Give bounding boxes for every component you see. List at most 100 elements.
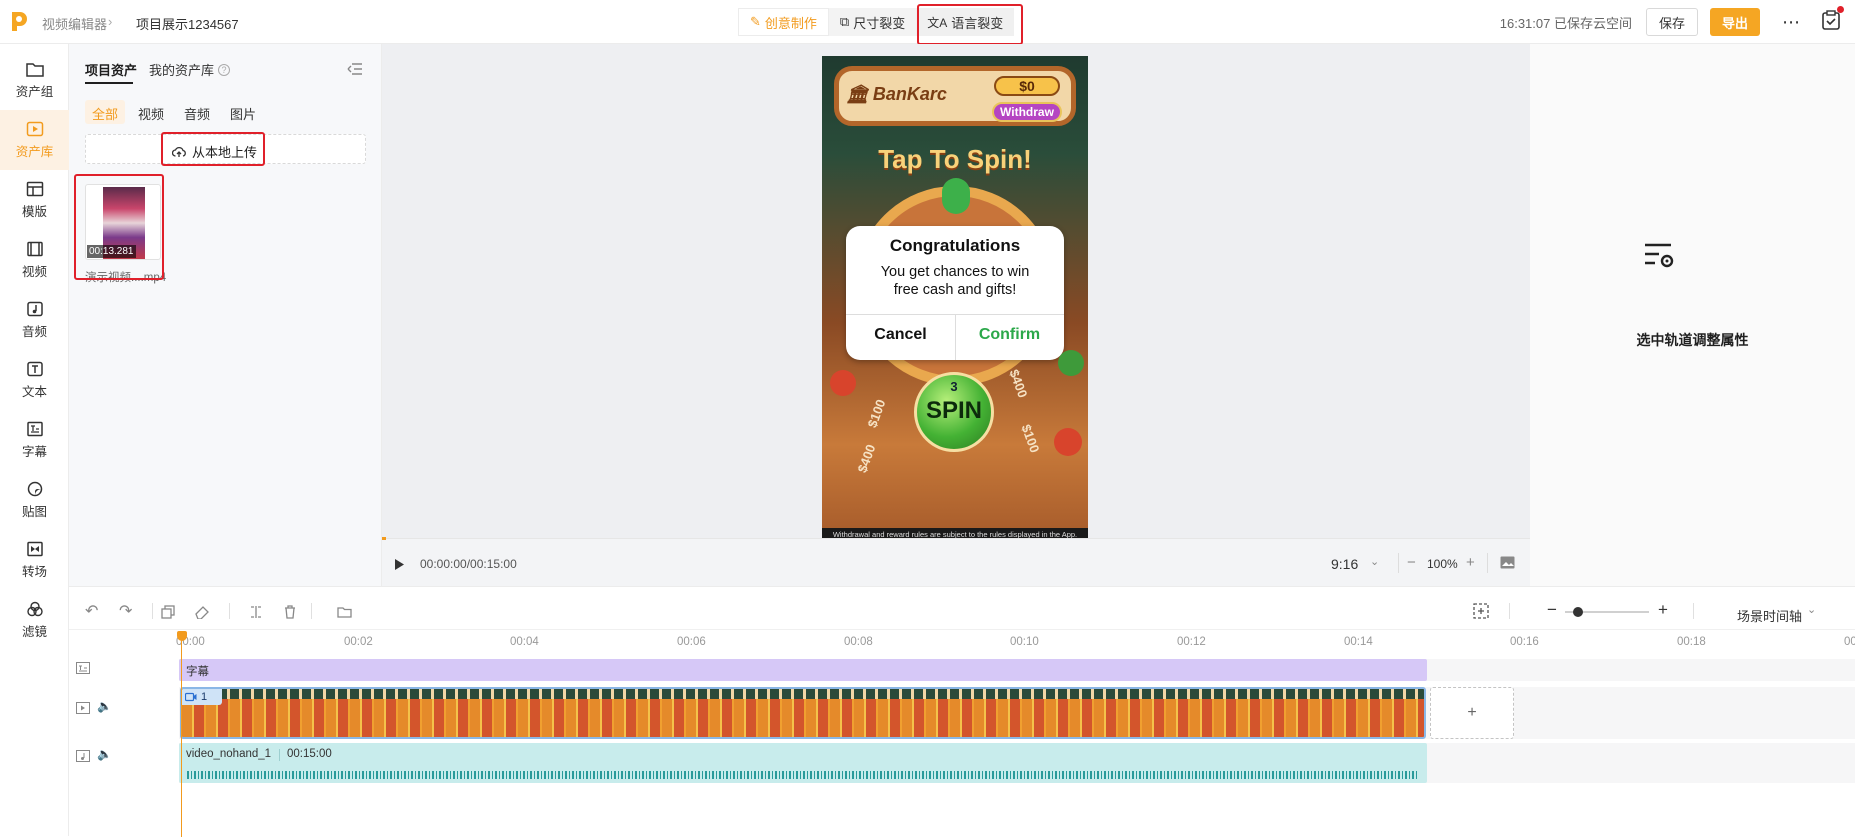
divider	[279, 749, 280, 761]
preview-area: 🏛 BanKarc $0 Withdraw Tap To Spin! Congr…	[382, 44, 1530, 586]
properties-hint: 选中轨道调整属性	[1636, 332, 1749, 348]
trash-icon[interactable]	[283, 605, 297, 619]
play-icon[interactable]	[394, 558, 405, 571]
clover-decoration	[1058, 350, 1084, 376]
tab-creative[interactable]: ✎ 创意制作	[738, 8, 829, 36]
nav-transition[interactable]: 转场	[0, 530, 69, 590]
divider	[229, 603, 230, 619]
help-icon[interactable]: ?	[218, 63, 231, 76]
spin-label: SPIN	[925, 397, 982, 424]
timeline-panel: ↶ ↷ − + 场景时间轴 ⌄ 00:00 00:02 00:04 00:06 …	[69, 586, 1855, 837]
nav-asset-library[interactable]: 资产库	[0, 110, 69, 170]
tab-my-library[interactable]: 我的资产库 ?	[149, 60, 231, 79]
video-clip[interactable]: 1	[180, 687, 1426, 739]
clip-index: 1	[201, 691, 208, 703]
nav-label: 视频	[21, 264, 47, 279]
music-icon	[26, 301, 43, 316]
timeline-zoom-out-icon[interactable]: −	[1547, 600, 1557, 620]
volume-icon[interactable]: 🔈	[97, 699, 112, 713]
filter-video[interactable]: 视频	[131, 100, 171, 124]
volume-icon[interactable]: 🔈	[97, 747, 112, 761]
dialog-confirm: Confirm	[978, 326, 1041, 343]
wheel-label-4: $100	[1018, 422, 1043, 455]
audio-clip-duration: 00:15:00	[287, 748, 332, 760]
export-button[interactable]: 导出	[1709, 8, 1760, 36]
time-display: 00:00:00/00:15:00	[420, 557, 517, 571]
eraser-icon[interactable]	[195, 605, 209, 619]
adjust-settings-icon	[1645, 243, 1674, 268]
folder-icon[interactable]	[337, 606, 352, 618]
breadcrumb-root[interactable]: 视频编辑器	[42, 14, 107, 33]
nav-sticker[interactable]: 贴图	[0, 470, 69, 530]
nav-audio[interactable]: 音频	[0, 290, 69, 350]
camera-icon	[185, 692, 197, 702]
app-logo-icon[interactable]	[8, 10, 30, 32]
ruler-tick: 00:04	[510, 636, 539, 648]
dialog-title: Congratulations	[889, 236, 1021, 255]
clip-index-badge: 1	[182, 689, 222, 705]
image-icon[interactable]	[1500, 556, 1515, 569]
video-track-icon[interactable]	[76, 702, 90, 714]
text-icon	[26, 361, 43, 376]
playhead-handle[interactable]	[177, 631, 187, 641]
transition-icon	[26, 541, 43, 556]
divider	[1693, 603, 1694, 619]
undo-icon[interactable]: ↶	[85, 601, 98, 621]
more-icon[interactable]: ⋯	[1782, 12, 1801, 33]
filter-icon	[26, 601, 43, 616]
nav-video[interactable]: 视频	[0, 230, 69, 290]
sticker-icon	[27, 481, 42, 496]
audio-waveform	[187, 771, 1419, 779]
balance-display: $0	[994, 76, 1060, 96]
add-clip-button[interactable]: +	[1430, 687, 1514, 739]
filter-image[interactable]: 图片	[223, 100, 263, 124]
subtitle-clip[interactable]: 字幕	[179, 659, 1427, 681]
filter-audio[interactable]: 音频	[177, 100, 217, 124]
chevron-down-icon[interactable]: ⌄	[1370, 555, 1379, 568]
highlight-box	[161, 132, 265, 166]
header-actions: 16:31:07 已保存云空间 保存 导出 ⋯	[1500, 0, 1855, 44]
nav-label: 字幕	[21, 444, 47, 459]
nav-asset-group[interactable]: 资产组	[0, 50, 69, 110]
nav-subtitle[interactable]: 字幕	[0, 410, 69, 470]
copy-icon[interactable]	[161, 605, 175, 619]
playhead-line[interactable]	[181, 639, 182, 837]
bank-icon: 🏛	[846, 84, 869, 104]
creative-icon: ✎	[750, 14, 761, 29]
zoom-out-icon[interactable]: −	[1407, 554, 1416, 571]
timeline-zoom-slider[interactable]	[1565, 607, 1649, 617]
collapse-panel-icon[interactable]	[347, 62, 363, 76]
auto-fit-icon[interactable]	[1473, 603, 1489, 619]
nav-text[interactable]: 文本	[0, 350, 69, 410]
filter-chips: 全部 视频 音频 图片	[85, 100, 263, 124]
tab-size-variant[interactable]: ⧉ 尺寸裂变	[828, 8, 917, 36]
time-ruler[interactable]: 00:00 00:02 00:04 00:06 00:08 00:10 00:1…	[69, 629, 1855, 653]
redo-icon[interactable]: ↷	[119, 601, 132, 621]
subtitle-track-icon	[76, 662, 90, 674]
video-preview[interactable]: 🏛 BanKarc $0 Withdraw Tap To Spin! Congr…	[822, 56, 1088, 542]
save-button[interactable]: 保存	[1645, 8, 1698, 36]
assets-panel: 项目资产 我的资产库 ? 全部 视频 音频 图片 从本地上传 00:13.281…	[69, 44, 382, 586]
game-brand-label: BanKarc	[872, 84, 947, 104]
nav-template[interactable]: 模版	[0, 170, 69, 230]
tab-project-assets[interactable]: 项目资产	[85, 60, 137, 79]
scene-mode-select[interactable]: 场景时间轴	[1737, 606, 1802, 625]
project-name[interactable]: 项目展示1234567	[136, 14, 239, 33]
playhead-progress[interactable]	[382, 537, 386, 540]
timeline-zoom-in-icon[interactable]: +	[1658, 600, 1668, 620]
divider	[311, 603, 312, 619]
ruler-tick: 00:12	[1177, 636, 1206, 648]
wheel-label-2: $400	[1006, 367, 1031, 400]
filter-all[interactable]: 全部	[85, 100, 126, 124]
dialog-body-line-1: You get chances to win	[880, 264, 1030, 280]
audio-clip[interactable]: video_nohand_1 00:15:00	[179, 743, 1427, 783]
task-list-icon[interactable]	[1821, 5, 1844, 36]
chevron-down-icon[interactable]: ⌄	[1807, 603, 1816, 616]
nav-filter[interactable]: 滤镜	[0, 590, 69, 650]
split-icon[interactable]	[249, 605, 263, 619]
aspect-ratio-select[interactable]: 9:16	[1331, 556, 1358, 572]
audio-track-icon[interactable]	[76, 750, 90, 762]
zoom-in-icon[interactable]: +	[1466, 554, 1475, 571]
slider-handle[interactable]	[1573, 607, 1583, 617]
wheel-pointer	[942, 178, 970, 214]
